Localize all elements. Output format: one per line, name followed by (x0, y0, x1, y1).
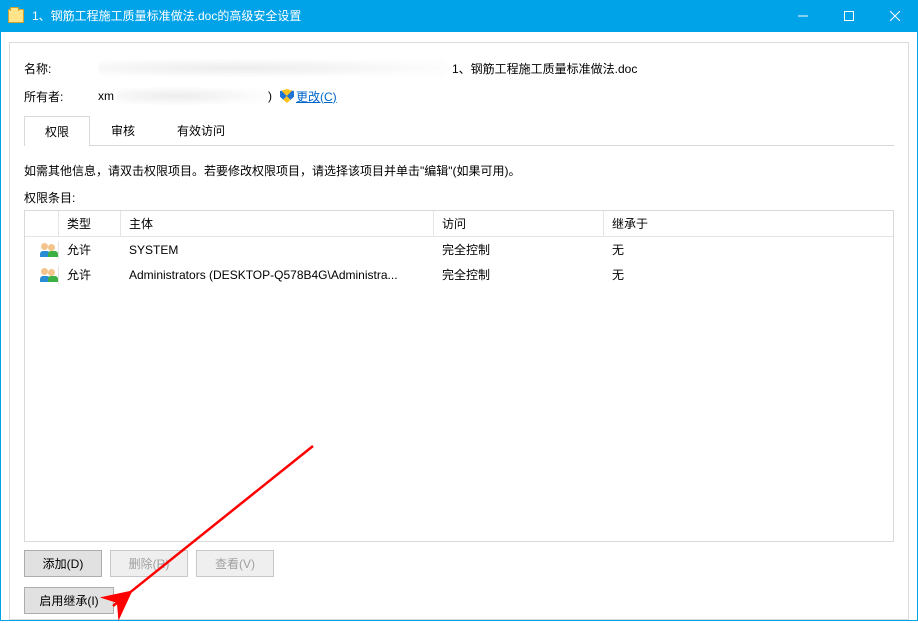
cell-type: 允许 (59, 239, 121, 260)
name-label: 名称: (24, 60, 98, 77)
titlebar: 1、钢筋工程施工质量标准做法.doc的高级安全设置 (0, 0, 918, 31)
col-type[interactable]: 类型 (59, 211, 121, 236)
entry-buttons: 添加(D) 删除(R) 查看(V) (24, 550, 894, 577)
cell-type: 允许 (59, 264, 121, 285)
owner-label: 所有者: (24, 88, 98, 105)
cell-access: 完全控制 (434, 239, 604, 260)
col-inherited[interactable]: 继承于 (604, 211, 893, 236)
maximize-button[interactable] (826, 0, 872, 31)
change-owner-link[interactable]: 更改(C) (296, 88, 337, 105)
minimize-button[interactable] (780, 0, 826, 31)
help-text: 如需其他信息，请双击权限项目。若要修改权限项目，请选择该项目并单击"编辑"(如果… (24, 162, 894, 179)
cell-inherited: 无 (604, 264, 893, 285)
tab-auditing[interactable]: 审核 (90, 115, 156, 145)
redacted-path (98, 59, 448, 77)
window-title: 1、钢筋工程施工质量标准做法.doc的高级安全设置 (32, 7, 301, 24)
redacted-owner (116, 87, 266, 105)
enable-inherit-button[interactable]: 启用继承(I) (24, 587, 114, 614)
owner-paren-close: ) (268, 89, 272, 103)
cell-principal: Administrators (DESKTOP-Q578B4G\Administ… (121, 266, 434, 284)
col-principal[interactable]: 主体 (121, 211, 434, 236)
inherit-buttons: 启用继承(I) (24, 587, 894, 614)
list-label: 权限条目: (24, 189, 894, 206)
tab-effective-access[interactable]: 有效访问 (156, 115, 246, 145)
list-row[interactable]: 允许 SYSTEM 完全控制 无 (25, 237, 893, 262)
permissions-list[interactable]: 类型 主体 访问 继承于 允许 SYSTEM 完全控制 无 允许 Adminis… (24, 210, 894, 542)
col-access[interactable]: 访问 (434, 211, 604, 236)
folder-icon (8, 9, 24, 23)
shield-icon (280, 89, 294, 103)
remove-button: 删除(R) (110, 550, 188, 577)
name-row: 名称: 1、钢筋工程施工质量标准做法.doc (24, 59, 894, 77)
col-icon-spacer (25, 211, 59, 236)
cell-principal: SYSTEM (121, 241, 434, 259)
cell-access: 完全控制 (434, 264, 604, 285)
close-button[interactable] (872, 0, 918, 31)
tabs: 权限 审核 有效访问 (24, 115, 894, 146)
tab-permissions[interactable]: 权限 (24, 116, 90, 146)
owner-prefix: xm (98, 89, 114, 103)
owner-row: 所有者: xm ) 更改(C) (24, 87, 894, 105)
list-header: 类型 主体 访问 继承于 (25, 211, 893, 237)
list-row[interactable]: 允许 Administrators (DESKTOP-Q578B4G\Admin… (25, 262, 893, 287)
cell-inherited: 无 (604, 239, 893, 260)
name-value: 1、钢筋工程施工质量标准做法.doc (452, 60, 637, 77)
add-button[interactable]: 添加(D) (24, 550, 102, 577)
view-button: 查看(V) (196, 550, 274, 577)
